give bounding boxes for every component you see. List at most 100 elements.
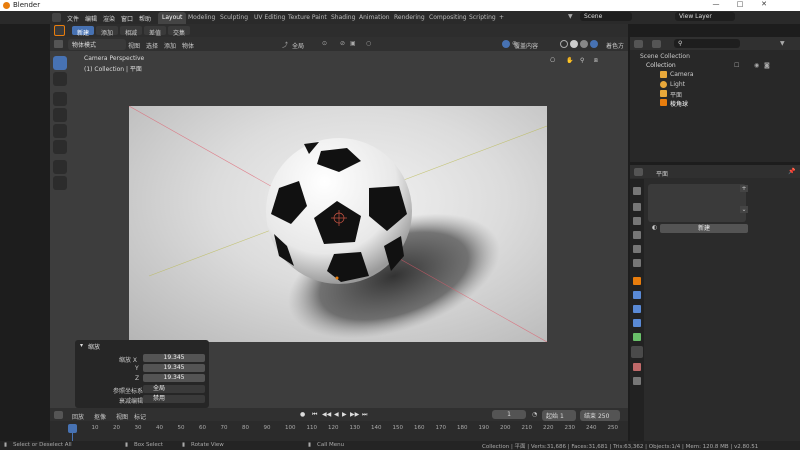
tab-rendering[interactable]: Rendering xyxy=(390,12,429,24)
clock-icon[interactable]: ◔ xyxy=(532,411,537,418)
output-tab-icon[interactable] xyxy=(633,217,641,225)
visibility-eye-icon[interactable]: ◉ xyxy=(754,62,759,69)
tool-tab-icon[interactable] xyxy=(633,187,641,195)
camera-view-icon[interactable]: ⎔ xyxy=(550,57,555,64)
menu-view[interactable]: 视图 xyxy=(116,412,128,421)
translate-tool-icon[interactable] xyxy=(53,108,67,122)
menu-render[interactable]: 渲染 xyxy=(103,14,115,23)
playhead[interactable] xyxy=(68,424,77,433)
outliner-plane[interactable]: 平面 xyxy=(670,90,682,99)
play-reverse-icon[interactable]: ◀ xyxy=(334,411,339,418)
boolean-add-button[interactable]: 添加 xyxy=(96,26,118,37)
render-tab-icon[interactable] xyxy=(633,203,641,211)
menu-marker[interactable]: 标记 xyxy=(134,412,146,421)
panel-toggle-icon[interactable]: ▾ xyxy=(80,342,83,349)
outliner-light[interactable]: Light xyxy=(670,81,685,88)
add-slot-button[interactable]: + xyxy=(740,185,748,192)
minimize-button[interactable]: — xyxy=(704,0,728,11)
view-layer-tab-icon[interactable] xyxy=(633,231,641,239)
outliner-camera[interactable]: Camera xyxy=(670,71,694,78)
current-frame-field[interactable]: 1 xyxy=(492,410,526,419)
menu-view[interactable]: 视图 xyxy=(128,41,140,50)
solid-shading-icon[interactable] xyxy=(570,40,578,48)
tab-modeling[interactable]: Modeling xyxy=(184,12,219,24)
active-tool-icon[interactable] xyxy=(54,25,65,36)
editor-type-icon[interactable] xyxy=(634,40,643,48)
boolean-subtract-button[interactable]: 相减 xyxy=(120,26,142,37)
tab-layout[interactable]: Layout xyxy=(158,12,187,24)
annotate-tool-icon[interactable] xyxy=(53,160,67,174)
select-tool-icon[interactable] xyxy=(53,56,67,70)
pin-icon[interactable]: 📌 xyxy=(788,168,795,175)
menu-file[interactable]: 文件 xyxy=(67,14,79,23)
zoom-icon[interactable]: ⚲ xyxy=(580,57,584,64)
filter-icon[interactable]: ▼ xyxy=(780,40,785,47)
overlay-icon[interactable] xyxy=(502,40,510,48)
next-keyframe-icon[interactable]: ▶▶ xyxy=(350,411,359,418)
editor-type-icon[interactable] xyxy=(54,40,63,48)
orientation-select[interactable]: 全局 xyxy=(292,41,304,50)
overlay-dropdown[interactable]: 覆盖内容 xyxy=(514,41,538,50)
material-slot-list[interactable] xyxy=(648,184,746,222)
boolean-new-button[interactable]: 新建 xyxy=(72,26,94,37)
rendered-shading-icon[interactable] xyxy=(590,40,598,48)
play-icon[interactable]: ▶ xyxy=(342,411,347,418)
rotate-tool-icon[interactable] xyxy=(53,124,67,138)
camera-icon[interactable]: ⧈ xyxy=(594,57,598,65)
render-camera-icon[interactable]: ◙ xyxy=(764,62,770,69)
texture-tab-icon[interactable] xyxy=(633,363,641,371)
record-icon[interactable]: ● xyxy=(300,411,305,418)
physics-tab-icon[interactable] xyxy=(633,319,641,327)
orientation-select[interactable]: 全局 xyxy=(143,385,205,393)
particles-tab-icon[interactable] xyxy=(633,305,641,313)
material-shading-icon[interactable] xyxy=(580,40,588,48)
editor-type-icon[interactable] xyxy=(52,13,61,22)
wireframe-shading-icon[interactable] xyxy=(560,40,568,48)
editor-type-icon[interactable] xyxy=(634,168,643,176)
menu-keying[interactable]: 抠像 xyxy=(94,412,106,421)
proportional-icon[interactable]: ○ xyxy=(366,40,371,47)
scale-y-field[interactable]: 19.345 xyxy=(143,364,205,372)
scale-tool-icon[interactable] xyxy=(53,140,67,154)
scene-collection-item[interactable]: Scene Collection xyxy=(640,53,690,60)
display-mode-icon[interactable] xyxy=(652,40,661,48)
end-frame-field[interactable]: 结束 250 xyxy=(580,410,620,421)
tab-compositing[interactable]: Compositing xyxy=(425,12,471,24)
material-tab-icon[interactable] xyxy=(631,346,643,358)
editor-type-icon[interactable] xyxy=(54,411,63,419)
tab-sculpting[interactable]: Sculpting xyxy=(216,12,252,24)
outliner-search-input[interactable]: ⚲ xyxy=(674,39,740,48)
menu-select[interactable]: 选择 xyxy=(146,41,158,50)
jump-start-icon[interactable]: ⏮ xyxy=(312,411,317,419)
mode-select[interactable]: 物体模式 xyxy=(68,39,126,50)
world-tab-icon[interactable] xyxy=(633,259,641,267)
scene-tab-icon[interactable] xyxy=(633,245,641,253)
data-tab-icon[interactable] xyxy=(633,333,641,341)
menu-window[interactable]: 窗口 xyxy=(121,14,133,23)
menu-playback[interactable]: 回放 xyxy=(72,412,84,421)
menu-edit[interactable]: 编辑 xyxy=(85,14,97,23)
boolean-difference-button[interactable]: 差值 xyxy=(144,26,166,37)
scale-x-field[interactable]: 19.345 xyxy=(143,354,205,362)
boolean-intersect-button[interactable]: 交集 xyxy=(168,26,190,37)
close-button[interactable]: ✕ xyxy=(752,0,776,11)
jump-end-icon[interactable]: ⏭ xyxy=(362,411,367,419)
maximize-button[interactable]: □ xyxy=(728,0,752,11)
pan-hand-icon[interactable]: ✋ xyxy=(566,57,573,64)
constraints-tab-icon[interactable] xyxy=(633,377,641,385)
view-layer-field[interactable]: View Layer xyxy=(675,12,735,21)
collection-item[interactable]: Collection xyxy=(646,62,676,69)
scene-field[interactable]: Scene xyxy=(580,12,632,21)
frame-ruler[interactable]: 0102030405060708090100110120130140150160… xyxy=(70,425,618,434)
tab-animation[interactable]: Animation xyxy=(355,12,394,24)
menu-help[interactable]: 帮助 xyxy=(139,14,151,23)
snap-icon[interactable]: ⊘ xyxy=(340,40,345,47)
add-workspace-button[interactable]: + xyxy=(495,12,508,24)
start-frame-field[interactable]: 起始 1 xyxy=(542,410,576,421)
measure-tool-icon[interactable] xyxy=(53,176,67,190)
prev-keyframe-icon[interactable]: ◀◀ xyxy=(322,411,331,418)
magnet-icon[interactable]: ▣ xyxy=(350,40,356,47)
cursor-tool-icon[interactable] xyxy=(53,72,67,86)
menu-object[interactable]: 物体 xyxy=(182,41,194,50)
tab-texture-paint[interactable]: Texture Paint xyxy=(284,12,331,24)
